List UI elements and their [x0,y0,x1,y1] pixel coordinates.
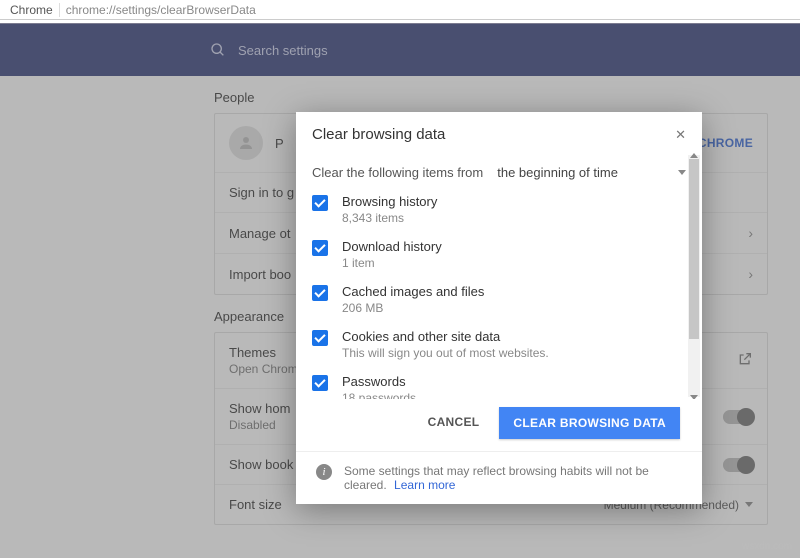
show-home-title: Show hom [229,401,290,416]
dialog-header: Clear browsing data ✕ [296,112,702,149]
footer-text: Some settings that may reflect browsing … [344,464,649,492]
dialog-body: Clear the following items from the begin… [296,149,702,399]
learn-more-link[interactable]: Learn more [394,478,455,492]
open-external-icon [737,351,753,370]
scrollbar[interactable] [688,155,700,397]
dialog-actions: CANCEL CLEAR BROWSING DATA [296,399,702,451]
import-label: Import boo [229,267,291,282]
scroll-down-icon[interactable] [688,391,700,399]
info-icon: i [316,464,332,480]
section-people-label: People [214,90,782,105]
chevron-right-icon: › [748,266,753,282]
dialog-title: Clear browsing data [312,126,445,143]
font-size-label: Font size [229,497,282,512]
option-cached-files[interactable]: Cached images and files 206 MB [312,284,686,315]
chevron-down-icon [745,502,753,507]
page-url: chrome://settings/clearBrowserData [66,3,256,17]
manage-label: Manage ot [229,226,290,241]
time-range-dropdown[interactable]: the beginning of time [497,165,686,180]
from-label: Clear the following items from [312,165,483,180]
search-input[interactable]: Search settings [200,34,600,66]
chevron-right-icon: › [748,225,753,241]
scroll-thumb[interactable] [689,159,699,339]
option-sub: 18 passwords [342,391,416,399]
time-range-value: the beginning of time [497,165,618,180]
option-sub: 206 MB [342,301,484,315]
watermark: wsxdn.com [742,541,792,552]
option-title: Cached images and files [342,284,484,299]
toggle-show-bookmarks[interactable] [723,458,753,472]
option-browsing-history[interactable]: Browsing history 8,343 items [312,194,686,225]
person-label: P [275,136,284,151]
option-sub: This will sign you out of most websites. [342,346,549,360]
app-name: Chrome [4,3,60,17]
themes-title: Themes [229,345,298,360]
time-range-row: Clear the following items from the begin… [312,165,686,180]
clear-data-button[interactable]: CLEAR BROWSING DATA [499,407,680,439]
chevron-down-icon [678,170,686,175]
header-bar: Search settings [0,24,800,76]
avatar-icon [229,126,263,160]
checkbox[interactable] [312,330,328,346]
option-title: Download history [342,239,442,254]
search-placeholder: Search settings [238,43,328,58]
cancel-button[interactable]: CANCEL [418,407,490,439]
show-bookmarks-label: Show book [229,457,293,472]
option-cookies[interactable]: Cookies and other site data This will si… [312,329,686,360]
close-icon[interactable]: ✕ [675,127,686,143]
option-title: Passwords [342,374,416,389]
option-sub: 1 item [342,256,442,270]
toggle-show-home[interactable] [723,410,753,424]
themes-sub: Open Chrom [229,362,298,376]
show-home-sub: Disabled [229,418,290,432]
option-download-history[interactable]: Download history 1 item [312,239,686,270]
checkbox[interactable] [312,240,328,256]
option-sub: 8,343 items [342,211,437,225]
option-passwords[interactable]: Passwords 18 passwords [312,374,686,399]
option-title: Browsing history [342,194,437,209]
checkbox[interactable] [312,375,328,391]
clear-browsing-data-dialog: Clear browsing data ✕ Clear the followin… [296,112,702,504]
checkbox[interactable] [312,195,328,211]
option-title: Cookies and other site data [342,329,549,344]
checkbox[interactable] [312,285,328,301]
dialog-footer: i Some settings that may reflect browsin… [296,451,702,504]
address-bar: Chrome chrome://settings/clearBrowserDat… [0,0,800,20]
search-icon [210,42,226,58]
